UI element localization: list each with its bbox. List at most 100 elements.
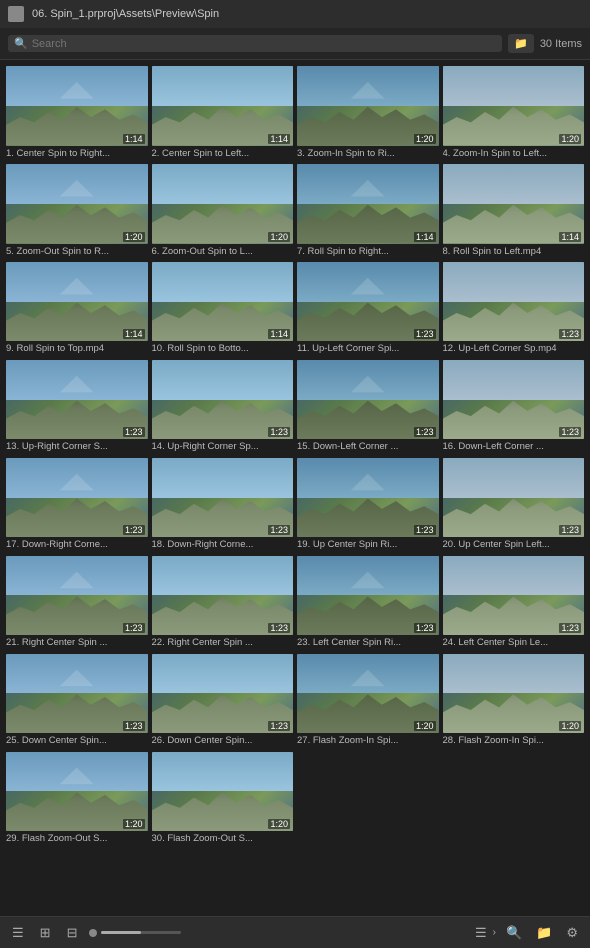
duration-badge: 1:23 — [268, 427, 290, 437]
thumbnail-item[interactable]: 1:2321. Right Center Spin ... — [6, 556, 148, 650]
duration-badge: 1:23 — [123, 721, 145, 731]
thumbnail-item[interactable]: 1:2319. Up Center Spin Ri... — [297, 458, 439, 552]
thumbnail-item[interactable]: 1:14 9. Roll Spin to Top.mp4 — [6, 262, 148, 356]
duration-badge: 1:14 — [123, 134, 145, 144]
thumbnail-item[interactable]: 1:23 18. Down-Right Corne... — [152, 458, 294, 552]
thumbnail-item[interactable]: 1:2315. Down-Left Corner ... — [297, 360, 439, 454]
list-view-button[interactable]: ☰ — [8, 923, 28, 943]
settings-bottom-icon[interactable]: ⚙ — [562, 923, 582, 943]
thumbnail-item[interactable]: 1:20 6. Zoom-Out Spin to L... — [152, 164, 294, 258]
thumbnail-label: 15. Down-Left Corner ... — [297, 441, 439, 453]
thumbnail-item[interactable]: 1:2320. Up Center Spin Left... — [443, 458, 585, 552]
thumbnail-item[interactable]: 1:204. Zoom-In Spin to Left... — [443, 66, 585, 160]
thumbnail-item[interactable]: 1:2317. Down-Right Corne... — [6, 458, 148, 552]
search-input-wrap[interactable]: 🔍 — [8, 35, 502, 52]
thumbnail-item[interactable]: 1:2323. Left Center Spin Ri... — [297, 556, 439, 650]
thumbnail-label: 17. Down-Right Corne... — [6, 539, 148, 551]
search-folder-button[interactable]: 📁 — [508, 34, 534, 53]
duration-badge: 1:20 — [414, 721, 436, 731]
thumbnail-item[interactable]: 1:14 7. Roll Spin to Right... — [297, 164, 439, 258]
duration-badge: 1:14 — [123, 329, 145, 339]
thumbnail-item[interactable]: 1:23 12. Up-Left Corner Sp.mp4 — [443, 262, 585, 356]
thumbnail-image: 1:23 — [443, 360, 585, 440]
thumbnail-image: 1:14 — [152, 66, 294, 146]
thumbnail-image: 1:23 — [297, 360, 439, 440]
duration-badge: 1:23 — [268, 721, 290, 731]
duration-badge: 1:23 — [268, 525, 290, 535]
thumbnail-item[interactable]: 1:2030. Flash Zoom-Out S... — [152, 752, 294, 846]
thumbnail-label: 22. Right Center Spin ... — [152, 637, 294, 649]
duration-badge: 1:23 — [123, 427, 145, 437]
search-icon: 🔍 — [14, 37, 28, 50]
thumbnail-item[interactable]: 1:20 5. Zoom-Out Spin to R... — [6, 164, 148, 258]
thumbnail-image: 1:20 — [443, 654, 585, 734]
thumbnail-item[interactable]: 1:2322. Right Center Spin ... — [152, 556, 294, 650]
thumbnail-image: 1:23 — [297, 262, 439, 342]
thumbnail-label: 9. Roll Spin to Top.mp4 — [6, 343, 148, 355]
sort-icon[interactable]: ☰ — [475, 925, 487, 941]
thumbnail-image: 1:14 — [443, 164, 585, 244]
search-bottom-icon[interactable]: 🔍 — [502, 923, 526, 943]
thumbnail-item[interactable]: 1:23 25. Down Center Spin... — [6, 654, 148, 748]
duration-badge: 1:23 — [559, 329, 581, 339]
thumbnail-item[interactable]: 1:2311. Up-Left Corner Spi... — [297, 262, 439, 356]
thumbnail-label: 18. Down-Right Corne... — [152, 539, 294, 551]
thumbnail-label: 5. Zoom-Out Spin to R... — [6, 246, 148, 258]
thumbnail-item[interactable]: 1:148. Roll Spin to Left.mp4 — [443, 164, 585, 258]
thumbnail-image: 1:20 — [297, 654, 439, 734]
thumbnail-image: 1:14 — [6, 66, 148, 146]
thumbnail-label: 25. Down Center Spin... — [6, 735, 148, 747]
thumbnail-image: 1:14 — [152, 262, 294, 342]
thumbnail-image: 1:20 — [6, 752, 148, 832]
thumbnail-item[interactable]: 1:2326. Down Center Spin... — [152, 654, 294, 748]
bottom-right-controls: ☰ › 🔍 📁 ⚙ — [475, 923, 582, 943]
thumbnail-label: 19. Up Center Spin Ri... — [297, 539, 439, 551]
title-bar-path: 06. Spin_1.prproj\Assets\Preview\Spin — [32, 8, 219, 20]
duration-badge: 1:20 — [123, 232, 145, 242]
thumbnail-image: 1:20 — [152, 164, 294, 244]
duration-badge: 1:14 — [268, 134, 290, 144]
thumbnail-image: 1:23 — [443, 262, 585, 342]
nested-view-button[interactable]: ⊟ — [63, 923, 82, 943]
item-count: 30 Items — [540, 38, 582, 50]
duration-badge: 1:20 — [123, 819, 145, 829]
bottom-bar: ☰ ⊞ ⊟ ☰ › 🔍 📁 ⚙ — [0, 916, 590, 948]
thumbnail-item[interactable]: 1:141. Center Spin to Right... — [6, 66, 148, 160]
thumbnail-image: 1:14 — [6, 262, 148, 342]
thumbnail-label: 21. Right Center Spin ... — [6, 637, 148, 649]
zoom-slider-track[interactable] — [101, 931, 181, 934]
thumbnail-image: 1:23 — [443, 556, 585, 636]
grid-view-button[interactable]: ⊞ — [36, 923, 55, 943]
thumbnail-item[interactable]: 1:2316. Down-Left Corner ... — [443, 360, 585, 454]
thumbnail-image: 1:23 — [297, 458, 439, 538]
thumbnail-item[interactable]: 1:1410. Roll Spin to Botto... — [152, 262, 294, 356]
thumbnail-image: 1:20 — [152, 752, 294, 832]
thumbnail-item[interactable]: 1:2027. Flash Zoom-In Spi... — [297, 654, 439, 748]
thumbnail-item[interactable]: 1:23 14. Up-Right Corner Sp... — [152, 360, 294, 454]
thumbnail-item[interactable]: 1:2324. Left Center Spin Le... — [443, 556, 585, 650]
thumbnail-item[interactable]: 1:142. Center Spin to Left... — [152, 66, 294, 160]
thumbnail-image: 1:14 — [297, 164, 439, 244]
thumbnail-label: 6. Zoom-Out Spin to L... — [152, 246, 294, 258]
thumbnail-image: 1:20 — [297, 66, 439, 146]
thumbnail-image: 1:23 — [6, 556, 148, 636]
chevron-icon[interactable]: › — [493, 927, 496, 938]
thumbnail-label: 10. Roll Spin to Botto... — [152, 343, 294, 355]
title-bar: 06. Spin_1.prproj\Assets\Preview\Spin — [0, 0, 590, 28]
thumbnail-label: 29. Flash Zoom-Out S... — [6, 833, 148, 845]
thumbnail-label: 11. Up-Left Corner Spi... — [297, 343, 439, 355]
thumbnail-label: 30. Flash Zoom-Out S... — [152, 833, 294, 845]
thumbnail-label: 3. Zoom-In Spin to Ri... — [297, 148, 439, 160]
thumbnail-item[interactable]: 1:20 3. Zoom-In Spin to Ri... — [297, 66, 439, 160]
thumbnail-grid: 1:141. Center Spin to Right...1:142. Cen… — [0, 60, 590, 916]
duration-badge: 1:23 — [559, 427, 581, 437]
thumbnail-label: 7. Roll Spin to Right... — [297, 246, 439, 258]
thumbnail-label: 14. Up-Right Corner Sp... — [152, 441, 294, 453]
folder-bottom-icon[interactable]: 📁 — [532, 923, 556, 943]
thumbnail-item[interactable]: 1:2313. Up-Right Corner S... — [6, 360, 148, 454]
thumbnail-item[interactable]: 1:20 29. Flash Zoom-Out S... — [6, 752, 148, 846]
thumbnail-item[interactable]: 1:2028. Flash Zoom-In Spi... — [443, 654, 585, 748]
search-input[interactable] — [32, 38, 496, 50]
duration-badge: 1:20 — [559, 721, 581, 731]
thumbnail-label: 12. Up-Left Corner Sp.mp4 — [443, 343, 585, 355]
